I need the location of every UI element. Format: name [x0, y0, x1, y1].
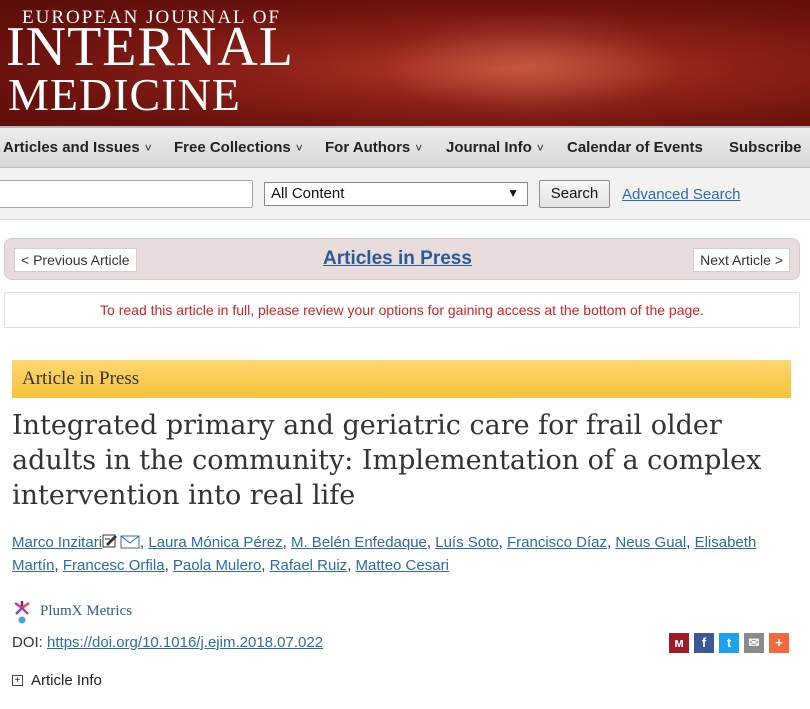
- nav-label: Articles and Issues: [3, 139, 140, 156]
- doi-label: DOI:: [12, 634, 48, 651]
- author-icons: [102, 533, 140, 555]
- article-status-banner: Article in Press: [12, 360, 791, 398]
- expand-icon: +: [12, 675, 23, 686]
- plumx-metrics[interactable]: PlumX Metrics: [12, 598, 132, 624]
- search-input[interactable]: [0, 180, 253, 208]
- author-link[interactable]: Paola Mulero: [173, 557, 261, 574]
- article-title: Integrated primary and geriatric care fo…: [12, 410, 762, 511]
- author-link[interactable]: M. Belén Enfedaque: [291, 534, 427, 551]
- author-link[interactable]: Laura Mónica Pérez: [148, 534, 282, 551]
- doi-link[interactable]: https://doi.org/10.1016/j.ejim.2018.07.0…: [47, 634, 323, 651]
- nav-free-collections[interactable]: Free Collections ˅: [174, 139, 303, 156]
- articles-in-press-link[interactable]: Articles in Press: [323, 248, 472, 270]
- author-link[interactable]: Neus Gual: [615, 534, 686, 551]
- email-icon[interactable]: [120, 535, 140, 549]
- search-scope-value: All Content: [271, 185, 345, 202]
- nav-calendar-of-events[interactable]: Calendar of Events: [567, 139, 703, 156]
- email-icon[interactable]: ✉: [744, 633, 764, 653]
- main-nav: Articles and Issues ˅ Free Collections ˅ F…: [0, 126, 810, 168]
- search-button[interactable]: Search: [539, 180, 610, 208]
- more-share-icon[interactable]: +: [769, 633, 789, 653]
- search-bar: All Content ▼ Search Advanced Search: [0, 168, 810, 220]
- plumx-label: PlumX Metrics: [40, 602, 133, 619]
- chevron-down-icon: ˅: [415, 141, 423, 155]
- masthead-line-3: MEDICINE: [8, 69, 241, 120]
- chevron-down-icon: ˅: [144, 141, 152, 155]
- article-navigation: < Previous Article Articles in Press Nex…: [4, 238, 800, 280]
- search-scope-select[interactable]: All Content ▼: [264, 182, 528, 206]
- author-link[interactable]: Francisco Díaz: [507, 534, 607, 551]
- author-link[interactable]: Luís Soto: [435, 534, 498, 551]
- nav-for-authors[interactable]: For Authors ˅: [325, 139, 422, 156]
- author-link[interactable]: Matteo Cesari: [356, 557, 449, 574]
- author-link[interactable]: Rafael Ruiz: [270, 557, 348, 574]
- plumx-icon: [14, 601, 30, 624]
- author-link[interactable]: Francesc Orfila: [63, 557, 165, 574]
- mendeley-icon[interactable]: ᴍ: [669, 633, 689, 653]
- masthead-flare: [380, 10, 680, 120]
- dropdown-arrow-icon: ▼: [507, 186, 519, 200]
- journal-masthead[interactable]: EUROPEAN JOURNAL OF INTERNAL MEDICINE: [0, 0, 810, 126]
- nav-subscribe[interactable]: Subscribe: [729, 139, 802, 156]
- chevron-down-icon: ˅: [295, 141, 303, 155]
- doi-line: DOI: https://doi.org/10.1016/j.ejim.2018…: [12, 634, 323, 651]
- previous-article-button[interactable]: < Previous Article: [14, 248, 137, 272]
- access-notice: To read this article in full, please rev…: [4, 292, 800, 328]
- article-info-toggle[interactable]: + Article Info: [12, 672, 102, 689]
- nav-label: For Authors: [325, 139, 411, 156]
- share-icons: ᴍ f t ✉ +: [669, 633, 789, 653]
- article-info-label: Article Info: [31, 672, 102, 689]
- advanced-search-link[interactable]: Advanced Search: [622, 186, 740, 203]
- twitter-icon[interactable]: t: [719, 633, 739, 653]
- masthead-line-2: INTERNAL: [6, 16, 294, 78]
- facebook-icon[interactable]: f: [694, 633, 714, 653]
- nav-articles-and-issues[interactable]: Articles and Issues ˅: [3, 139, 152, 156]
- nav-label: Free Collections: [174, 139, 291, 156]
- next-article-button[interactable]: Next Article >: [693, 248, 790, 272]
- author-list: Marco Inzitari, Laura Mónica Pérez, M. B…: [12, 533, 757, 574]
- chevron-down-icon: ˅: [536, 141, 544, 155]
- nav-label: Journal Info: [446, 139, 532, 156]
- nav-journal-info[interactable]: Journal Info ˅: [446, 139, 544, 156]
- corresponding-author-icon[interactable]: [102, 533, 120, 549]
- nav-label: Calendar of Events: [567, 139, 703, 156]
- author-link[interactable]: Marco Inzitari: [12, 534, 102, 551]
- nav-label: Subscribe: [729, 139, 802, 156]
